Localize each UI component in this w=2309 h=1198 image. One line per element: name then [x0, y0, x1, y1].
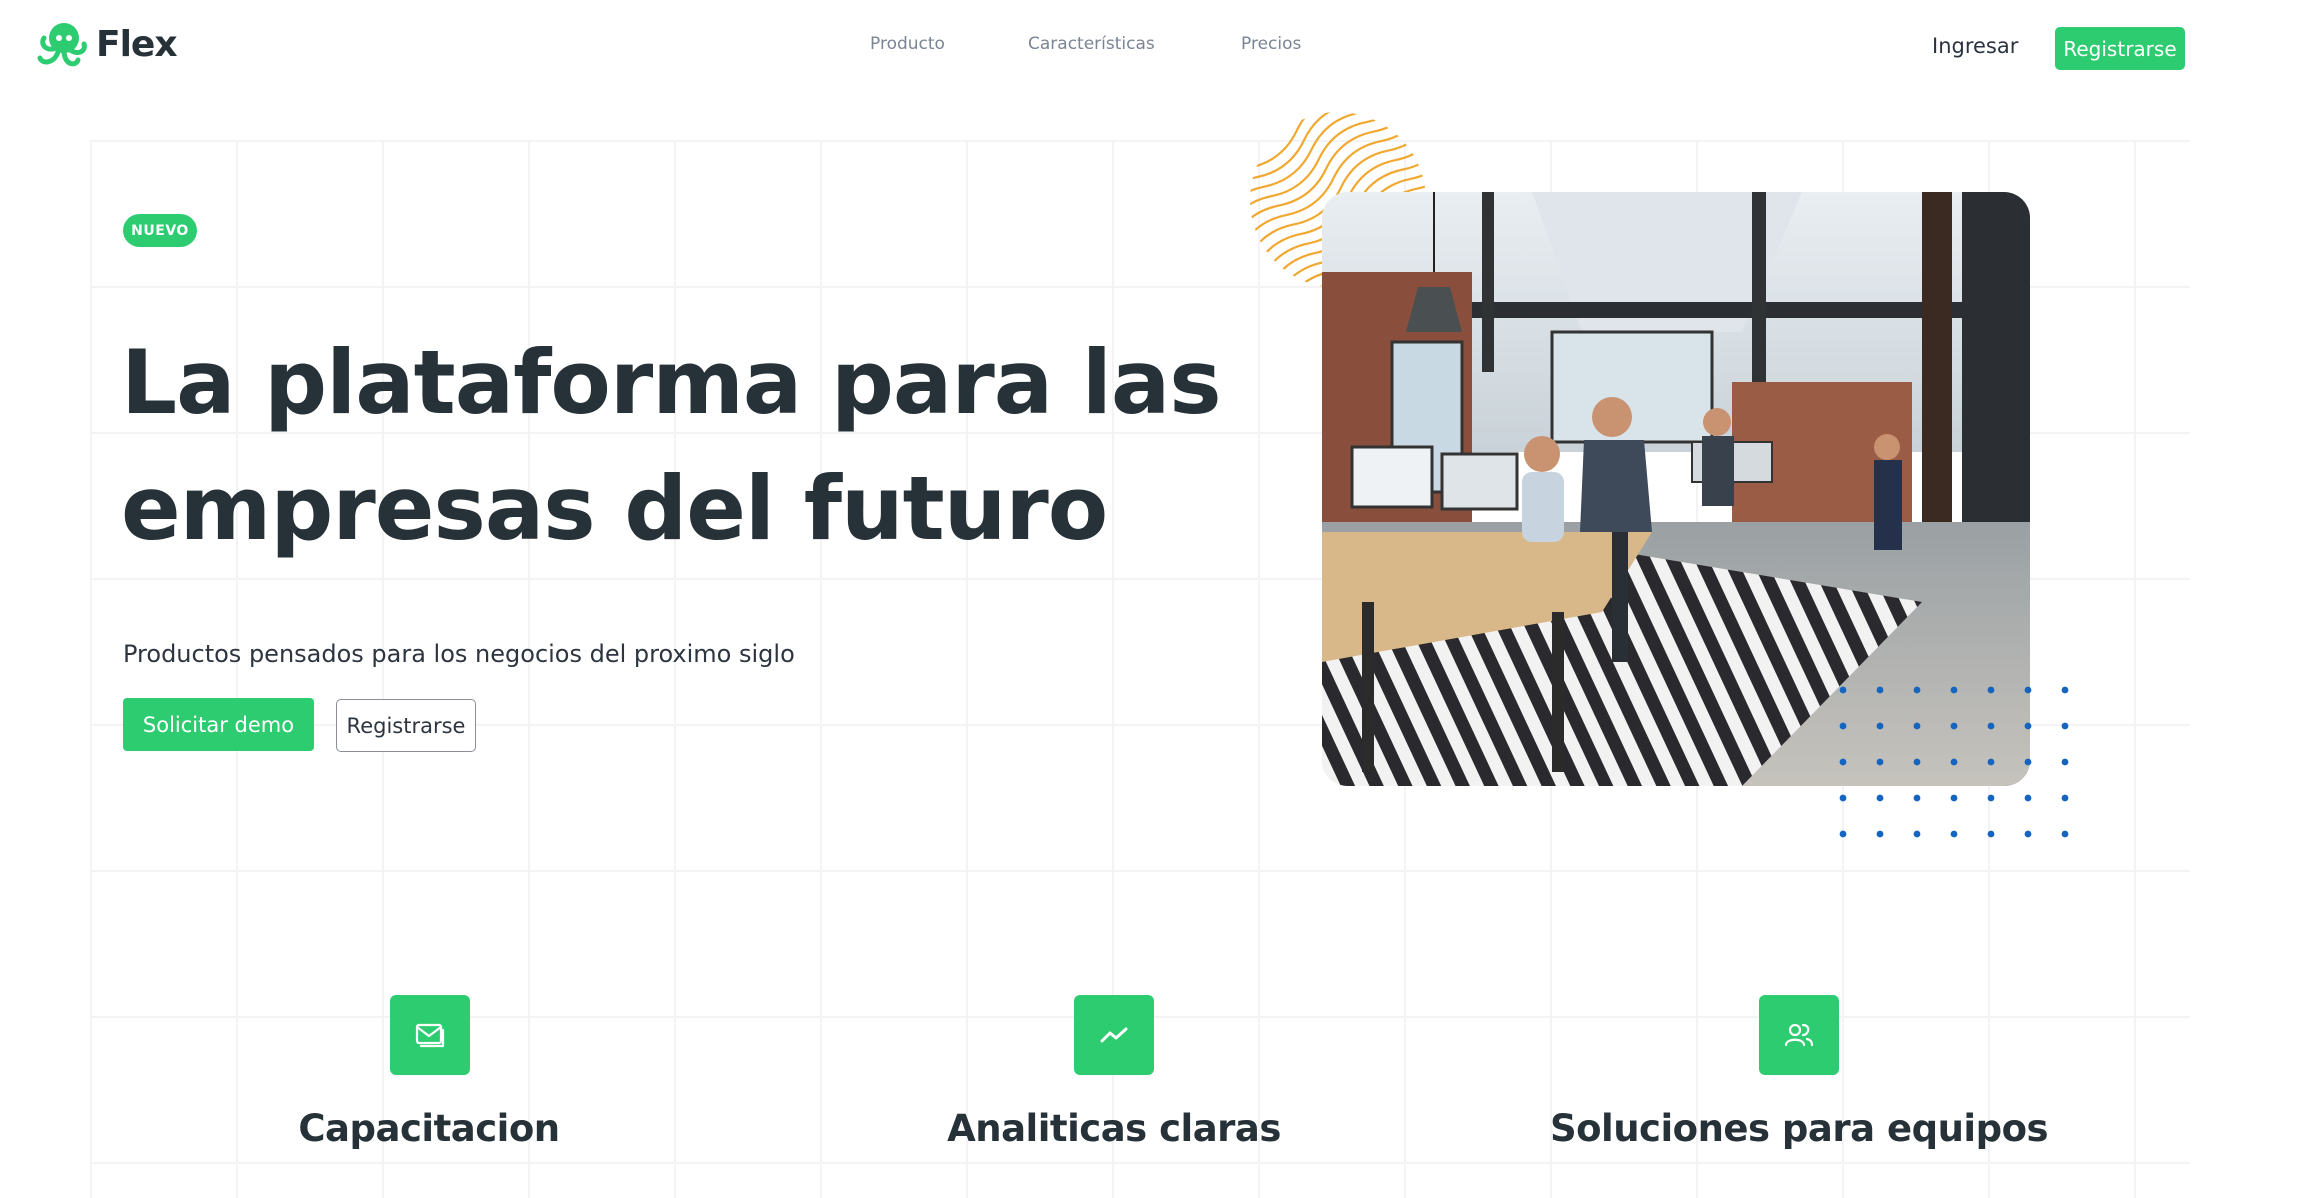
decoration-dot: [2061, 758, 2069, 766]
decoration-dot: [1987, 758, 1995, 766]
decoration-dot: [1913, 758, 1921, 766]
decoration-dot: [2024, 758, 2032, 766]
feature-title-equipos: Soluciones para equipos: [1549, 1107, 2049, 1150]
decoration-dot: [1987, 794, 1995, 802]
top-navbar: Flex Producto Características Precios In…: [0, 0, 2309, 100]
trend-line-icon: [1074, 995, 1154, 1075]
landing-page: Flex Producto Características Precios In…: [0, 0, 2309, 1198]
dots-pattern-decoration: [1839, 686, 2069, 838]
nav-item-caracteristicas[interactable]: Características: [1028, 34, 1155, 54]
new-badge: NUEVO: [123, 214, 197, 247]
request-demo-button[interactable]: Solicitar demo: [123, 698, 314, 751]
decoration-dot: [1839, 686, 1847, 694]
decoration-dot: [1876, 758, 1884, 766]
decoration-dot: [2061, 794, 2069, 802]
decoration-dot: [1913, 722, 1921, 730]
nav-item-producto[interactable]: Producto: [870, 34, 945, 54]
decoration-dot: [1839, 830, 1847, 838]
decoration-dot: [1950, 686, 1958, 694]
mail-icon: [390, 995, 470, 1075]
decoration-dot: [2061, 830, 2069, 838]
logo-text: Flex: [96, 23, 178, 65]
hero-title: La plataforma para las empresas del futur…: [121, 331, 1222, 560]
register-button[interactable]: Registrarse: [336, 699, 476, 752]
decoration-dot: [1876, 722, 1884, 730]
decoration-dot: [1876, 794, 1884, 802]
logo[interactable]: Flex: [32, 18, 178, 70]
decoration-dot: [2061, 722, 2069, 730]
octopus-icon: [37, 23, 87, 67]
decoration-dot: [2061, 686, 2069, 694]
decoration-dot: [1839, 794, 1847, 802]
decoration-dot: [2024, 722, 2032, 730]
decoration-dot: [1839, 722, 1847, 730]
decoration-dot: [1950, 722, 1958, 730]
login-link[interactable]: Ingresar: [1932, 34, 2018, 58]
decoration-dot: [2024, 830, 2032, 838]
decoration-dot: [1987, 686, 1995, 694]
users-icon: [1759, 995, 1839, 1075]
decoration-dot: [1913, 794, 1921, 802]
decoration-dot: [1950, 794, 1958, 802]
decoration-dot: [1913, 686, 1921, 694]
decoration-dot: [1839, 758, 1847, 766]
nav-item-precios[interactable]: Precios: [1241, 34, 1301, 54]
feature-title-capacitacion: Capacitacion: [298, 1107, 560, 1150]
decoration-dot: [1987, 830, 1995, 838]
decoration-dot: [1876, 686, 1884, 694]
hero-subtitle: Productos pensados para los negocios del…: [123, 640, 795, 668]
decoration-dot: [1987, 722, 1995, 730]
decoration-dot: [1950, 758, 1958, 766]
feature-title-analiticas: Analiticas claras: [947, 1107, 1281, 1150]
signup-button[interactable]: Registrarse: [2055, 27, 2185, 70]
decoration-dot: [2024, 686, 2032, 694]
decoration-dot: [1876, 830, 1884, 838]
decoration-dot: [2024, 794, 2032, 802]
decoration-dot: [1913, 830, 1921, 838]
decoration-dot: [1950, 830, 1958, 838]
